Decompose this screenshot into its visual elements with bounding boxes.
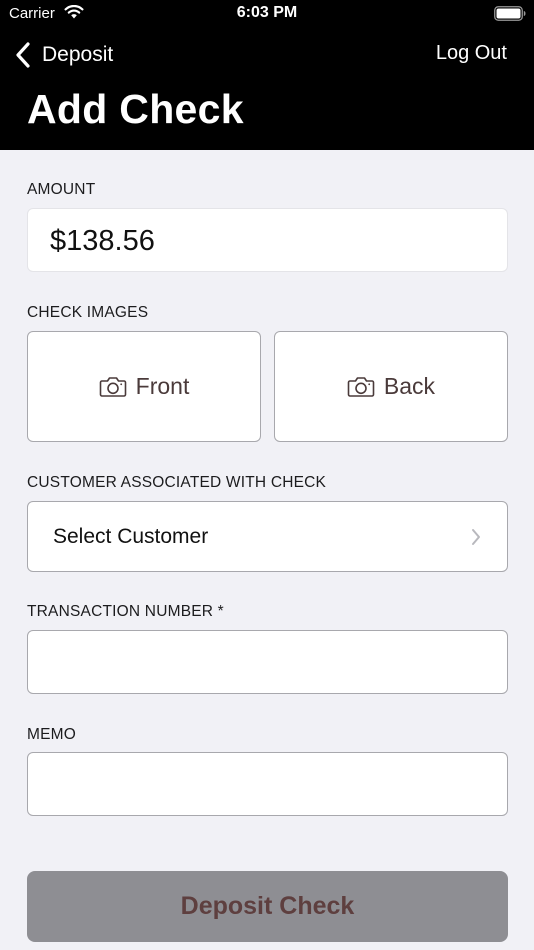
back-button[interactable]: Deposit	[14, 38, 113, 72]
select-customer-text: Select Customer	[53, 525, 209, 548]
amount-field[interactable]: $138.56	[27, 208, 508, 272]
memo-field[interactable]	[27, 752, 508, 816]
chevron-left-icon	[16, 42, 30, 68]
camera-icon	[347, 376, 375, 397]
camera-icon	[99, 376, 126, 397]
logout-button[interactable]: Log Out	[436, 42, 507, 65]
customer-label: CUSTOMER ASSOCIATED WITH CHECK	[27, 474, 327, 491]
deposit-check-label: Deposit Check	[180, 892, 355, 920]
memo-input[interactable]	[28, 753, 507, 815]
select-customer-field[interactable]: Select Customer	[27, 501, 508, 572]
check-images-label: CHECK IMAGES	[27, 304, 149, 321]
transaction-number-field[interactable]	[27, 630, 508, 694]
amount-value: $138.56	[50, 225, 155, 257]
back-image-button[interactable]: Back	[274, 331, 508, 442]
deposit-check-button[interactable]: Deposit Check	[27, 871, 508, 942]
chevron-right-icon	[472, 529, 480, 545]
front-image-button[interactable]: Front	[27, 331, 261, 442]
status-time: 6:03 PM	[236, 4, 298, 21]
back-button-label: Deposit	[42, 43, 114, 66]
transaction-number-input[interactable]	[28, 631, 507, 693]
page-title: Add Check	[27, 86, 244, 132]
transaction-number-label: TRANSACTION NUMBER *	[27, 603, 224, 620]
front-image-label: Front	[135, 373, 190, 399]
back-image-label: Back	[383, 373, 436, 399]
memo-label: MEMO	[27, 726, 77, 743]
amount-label: AMOUNT	[27, 181, 96, 198]
battery-icon	[494, 6, 526, 21]
nav-header: Carrier 6:03 PM Deposit Log Out Add Chec…	[0, 0, 534, 150]
status-bar: Carrier 6:03 PM	[0, 0, 534, 30]
